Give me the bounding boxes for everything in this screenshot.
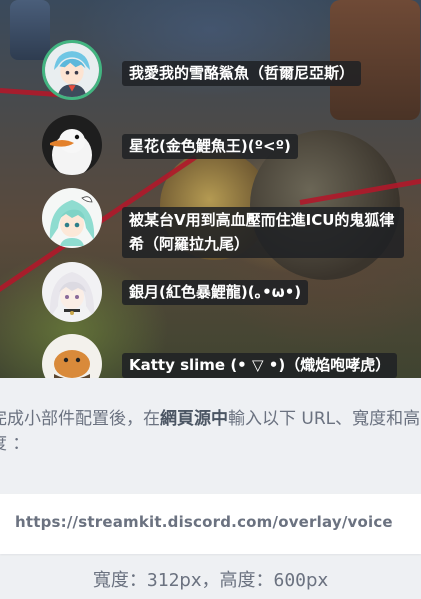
voice-user-name: 被某台V用到高血壓而住進ICU的鬼狐律希（阿羅拉九尾） [122,207,404,258]
anime-girl-avatar-icon [42,188,102,248]
height-label: 高度： [219,570,274,591]
goose-avatar-icon [42,115,102,175]
width-value: 312 [146,570,180,591]
voice-user-name: Katty slime (• ▽ •)（熾焰咆哮虎） [122,353,398,378]
web-source-emphasis: 網頁源中 [160,409,228,429]
voice-user-name: 星花(金色鯉魚王)(º<º) [122,134,298,159]
voice-user-row: 我愛我的雪酪鯊魚（哲爾尼亞斯） [42,40,421,104]
instructions-text: 完成小部件配置後，在網頁源中輸入以下 URL、寬度和高度 ： [0,407,421,457]
voice-user-name: 我愛我的雪酪鯊魚（哲爾尼亞斯） [122,61,362,86]
voice-user-row: 銀月(紅色暴鯉龍)(｡•ω•) [42,262,421,326]
dimensions-text: 寬度：312px，高度：600px [0,566,421,592]
voice-user-row: 被某台V用到高血壓而住進ICU的鬼狐律希（阿羅拉九尾） [42,188,421,258]
instructions-prefix: 完成小部件配置後，在 [0,409,160,429]
white-hair-avatar-icon [42,262,102,322]
anime-boy-avatar-icon [42,40,102,100]
overlay-url-value[interactable]: https://streamkit.discord.com/overlay/vo… [15,513,393,531]
height-unit: px [306,570,329,591]
voice-user-row: Katty slime (• ▽ •)（熾焰咆哮虎） [42,334,421,378]
overlay-preview: 我愛我的雪酪鯊魚（哲爾尼亞斯） 星花(金色鯉魚王)(º<º) 被某台V用到高血壓… [0,0,421,378]
height-value: 600 [273,570,307,591]
voice-user-name: 銀月(紅色暴鯉龍)(｡•ω•) [122,280,309,305]
slime-avatar-icon [42,334,102,378]
width-label: 寬度： [92,570,147,591]
voice-user-row: 星花(金色鯉魚王)(º<º) [42,115,421,179]
width-unit: px， [179,570,220,591]
overlay-url-field[interactable]: https://streamkit.discord.com/overlay/vo… [0,494,421,554]
